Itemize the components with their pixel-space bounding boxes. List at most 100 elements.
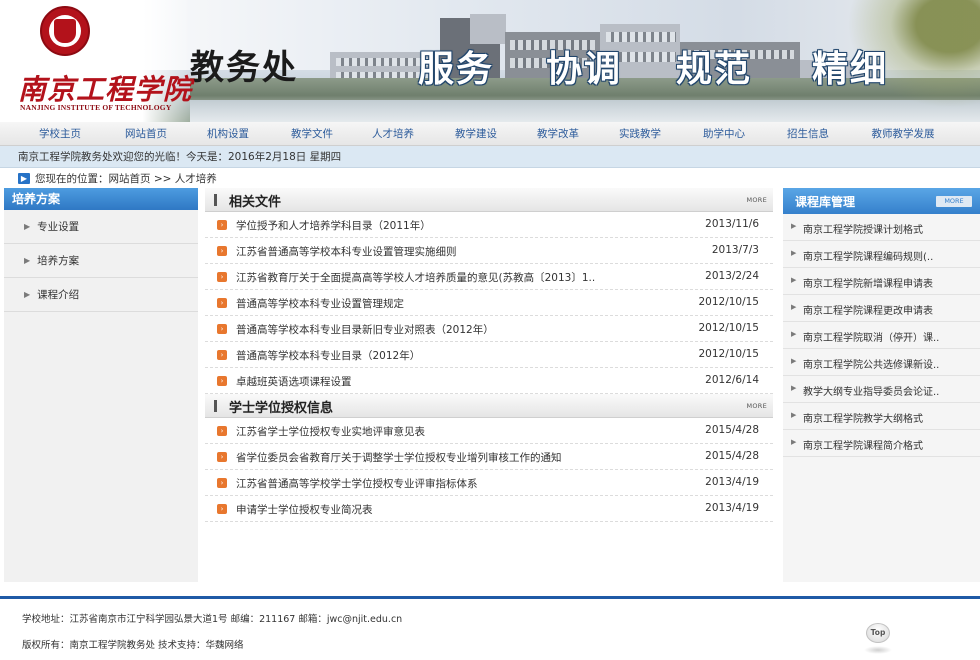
seal-core (54, 19, 76, 43)
nav-admission-info[interactable]: 招生信息 (778, 126, 838, 141)
back-to-top-button[interactable]: Top (866, 623, 890, 643)
doc-bullet-icon: › (217, 376, 227, 386)
doc-bullet-icon: › (217, 220, 227, 230)
nav-school-home[interactable]: 学校主页 (0, 126, 120, 141)
course-lib-item-label[interactable]: 南京工程学院课程编码规则(.. (803, 248, 933, 263)
course-lib-item[interactable]: ▶ 南京工程学院教学大纲格式 (783, 403, 980, 430)
bullet-triangle-icon: ▶ (791, 411, 797, 419)
list-item-title[interactable]: 普通高等学校本科专业目录（2012年） (236, 348, 420, 363)
course-lib-item-label[interactable]: 南京工程学院授课计划格式 (803, 221, 923, 236)
list-item[interactable]: › 江苏省普通高等学校本科专业设置管理实施细则 2013/7/3 (205, 238, 773, 264)
course-lib-item[interactable]: ▶ 教学大纲专业指导委员会论证.. (783, 376, 980, 403)
breadcrumb-text[interactable]: 您现在的位置：网站首页 >> 人才培养 (35, 171, 217, 186)
content-columns: 培养方案 ▶ 专业设置 ▶ 培养方案 ▶ 课程介绍 相关文件 MORE › 学位授… (0, 188, 980, 582)
list-item[interactable]: › 普通高等学校本科专业目录（2012年） 2012/10/15 (205, 342, 773, 368)
list-item-title[interactable]: 学位授予和人才培养学科目录（2011年） (236, 218, 431, 233)
bullet-triangle-icon: ▶ (24, 256, 31, 265)
main-nav: 学校主页 网站首页 机构设置 教学文件 人才培养 教学建设 教学改革 实践教学 … (0, 122, 980, 146)
list-item-title[interactable]: 申请学士学位授权专业简况表 (236, 502, 373, 517)
footer-copyright: 版权所有：南京工程学院教务处 技术支持：华魏网络 (22, 640, 244, 651)
list-item-date: 2013/11/6 (705, 218, 759, 230)
nav-study-aid-center[interactable]: 助学中心 (670, 126, 778, 141)
list-item-date: 2012/10/15 (698, 322, 759, 334)
bullet-triangle-icon: ▶ (791, 384, 797, 392)
list-item-title[interactable]: 江苏省学士学位授权专业实地评审意见表 (236, 424, 425, 439)
list-item-title[interactable]: 普通高等学校本科专业设置管理规定 (236, 296, 404, 311)
more-link[interactable]: MORE (746, 196, 767, 204)
nav-teaching-construction[interactable]: 教学建设 (446, 126, 506, 141)
doc-bullet-icon: › (217, 324, 227, 334)
footer-address: 学校地址：江苏省南京市江宁科学园弘景大道1号 邮编：211167 邮箱：jwc@… (22, 614, 403, 625)
sidebar-item-label: 课程介绍 (37, 289, 80, 301)
list-item-date: 2013/7/3 (711, 244, 759, 256)
slogan-standard: 规范 (676, 48, 753, 90)
course-lib-item-label[interactable]: 教学大纲专业指导委员会论证.. (803, 383, 939, 398)
course-lib-item-label[interactable]: 南京工程学院取消（停开）课.. (803, 329, 939, 344)
course-lib-item-label[interactable]: 南京工程学院新增课程申请表 (803, 275, 933, 290)
section-bar-icon (214, 194, 217, 206)
doc-bullet-icon: › (217, 426, 227, 436)
doc-bullet-icon: › (217, 272, 227, 282)
list-item-date: 2013/4/19 (705, 502, 759, 514)
list-item[interactable]: › 普通高等学校本科专业设置管理规定 2012/10/15 (205, 290, 773, 316)
bullet-triangle-icon: ▶ (791, 303, 797, 311)
section-header-related-docs: 相关文件 MORE (205, 188, 773, 212)
course-lib-item[interactable]: ▶ 南京工程学院取消（停开）课.. (783, 322, 980, 349)
section-bar-icon (214, 400, 217, 412)
nav-practice-teaching[interactable]: 实践教学 (610, 126, 670, 141)
course-lib-item-label[interactable]: 南京工程学院课程更改申请表 (803, 302, 933, 317)
list-item[interactable]: › 卓越班英语选项课程设置 2012/6/14 (205, 368, 773, 394)
more-button[interactable]: MORE (936, 196, 972, 207)
bullet-triangle-icon: ▶ (791, 330, 797, 338)
nav-teaching-reform[interactable]: 教学改革 (506, 126, 610, 141)
list-item-title[interactable]: 普通高等学校本科专业目录新旧专业对照表（2012年） (236, 322, 494, 337)
bullet-triangle-icon: ▶ (791, 222, 797, 230)
list-item-date: 2012/10/15 (698, 348, 759, 360)
course-lib-item-label[interactable]: 南京工程学院公共选修课新设.. (803, 356, 939, 371)
left-sidebar: 培养方案 ▶ 专业设置 ▶ 培养方案 ▶ 课程介绍 (4, 188, 198, 582)
list-item-title[interactable]: 江苏省教育厅关于全面提高高等学校人才培养质量的意见(苏教高〔2013〕1.. (236, 270, 595, 285)
course-lib-item[interactable]: ▶ 南京工程学院课程编码规则(.. (783, 241, 980, 268)
course-lib-item[interactable]: ▶ 南京工程学院公共选修课新设.. (783, 349, 980, 376)
doc-bullet-icon: › (217, 298, 227, 308)
course-lib-item-label[interactable]: 南京工程学院教学大纲格式 (803, 410, 923, 425)
school-seal-logo[interactable] (40, 6, 90, 56)
list-item[interactable]: › 普通高等学校本科专业目录新旧专业对照表（2012年） 2012/10/15 (205, 316, 773, 342)
slogan-service: 服务 (418, 48, 495, 90)
list-item-title[interactable]: 江苏省普通高等学校本科专业设置管理实施细则 (236, 244, 457, 259)
bullet-triangle-icon: ▶ (791, 276, 797, 284)
list-item-title[interactable]: 江苏省普通高等学校学士学位授权专业评审指标体系 (236, 476, 478, 491)
course-lib-item[interactable]: ▶ 南京工程学院课程简介格式 (783, 430, 980, 457)
sidebar-item-training-plan[interactable]: ▶ 培养方案 (4, 244, 198, 278)
nav-teaching-docs[interactable]: 教学文件 (284, 126, 340, 141)
nav-teacher-development[interactable]: 教师教学发展 (838, 126, 968, 141)
more-link[interactable]: MORE (746, 402, 767, 410)
sidebar-item-course-intro[interactable]: ▶ 课程介绍 (4, 278, 198, 312)
list-item[interactable]: › 学位授予和人才培养学科目录（2011年） 2013/11/6 (205, 212, 773, 238)
list-item[interactable]: › 申请学士学位授权专业简况表 2013/4/19 (205, 496, 773, 522)
department-title: 教务处 (190, 48, 298, 88)
main-content: 相关文件 MORE › 学位授予和人才培养学科目录（2011年） 2013/11/6… (205, 188, 773, 522)
nav-site-home[interactable]: 网站首页 (120, 126, 172, 141)
bullet-triangle-icon: ▶ (791, 249, 797, 257)
nav-talent-cultivation[interactable]: 人才培养 (340, 126, 446, 141)
school-name-en: NANJING INSTITUTE OF TECHNOLOGY (20, 103, 172, 112)
course-lib-item[interactable]: ▶ 南京工程学院授课计划格式 (783, 214, 980, 241)
sidebar-item-major-setup[interactable]: ▶ 专业设置 (4, 210, 198, 244)
nav-organization[interactable]: 机构设置 (172, 126, 284, 141)
list-item-title[interactable]: 卓越班英语选项课程设置 (236, 374, 352, 389)
list-item[interactable]: › 江苏省教育厅关于全面提高高等学校人才培养质量的意见(苏教高〔2013〕1.. 2… (205, 264, 773, 290)
course-lib-item-label[interactable]: 南京工程学院课程简介格式 (803, 437, 923, 452)
course-lib-item[interactable]: ▶ 南京工程学院课程更改申请表 (783, 295, 980, 322)
slogan-refined: 精细 (812, 48, 889, 90)
course-lib-item[interactable]: ▶ 南京工程学院新增课程申请表 (783, 268, 980, 295)
list-item-title[interactable]: 省学位委员会省教育厅关于调整学士学位授权专业增列审核工作的通知 (236, 450, 562, 465)
list-item-date: 2013/2/24 (705, 270, 759, 282)
list-item[interactable]: › 江苏省学士学位授权专业实地评审意见表 2015/4/28 (205, 418, 773, 444)
right-sidebar-title: 课程库管理 (795, 195, 856, 209)
right-sidebar-header: 课程库管理 MORE (783, 188, 980, 214)
site-footer: 学校地址：江苏省南京市江宁科学园弘景大道1号 邮编：211167 邮箱：jwc@… (0, 596, 980, 660)
bullet-triangle-icon: ▶ (791, 357, 797, 365)
list-item[interactable]: › 省学位委员会省教育厅关于调整学士学位授权专业增列审核工作的通知 2015/4/2… (205, 444, 773, 470)
list-item[interactable]: › 江苏省普通高等学校学士学位授权专业评审指标体系 2013/4/19 (205, 470, 773, 496)
